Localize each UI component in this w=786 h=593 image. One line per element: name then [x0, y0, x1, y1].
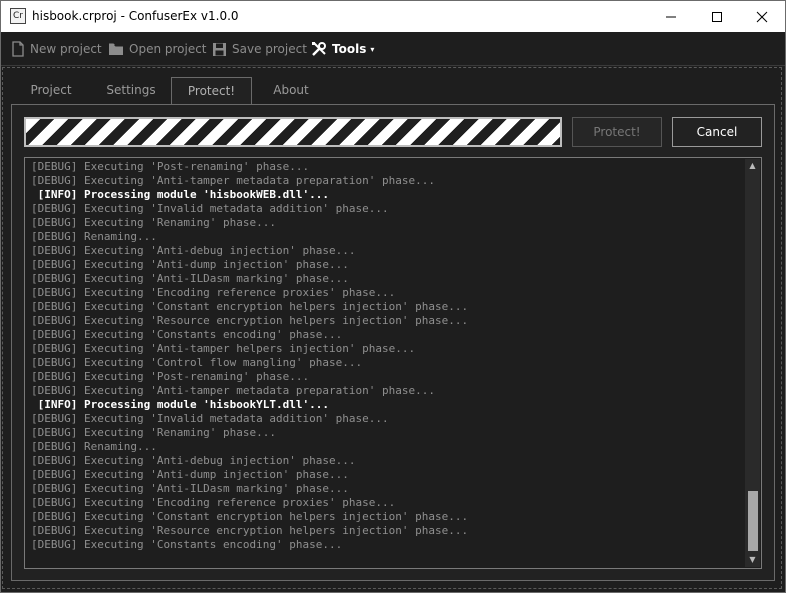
vertical-scrollbar[interactable]: ▲ ▼	[745, 159, 760, 567]
log-line-info: [INFO] Processing module 'hisbookYLT.dll…	[31, 398, 330, 411]
window-title: hisbook.crproj - ConfuserEx v1.0.0	[32, 9, 239, 23]
tools-menu-button[interactable]: Tools ▾	[311, 39, 374, 59]
log-line-debug: [DEBUG] Executing 'Control flow mangling…	[31, 356, 363, 369]
log-line-debug: [DEBUG] Executing 'Anti-ILDasm marking' …	[31, 482, 349, 495]
log-line-debug: [DEBUG] Executing 'Constants encoding' p…	[31, 328, 343, 341]
cancel-button[interactable]: Cancel	[672, 117, 762, 147]
save-project-label: Save project	[232, 42, 307, 56]
minimize-icon	[666, 16, 676, 18]
log-line-debug: [DEBUG] Executing 'Encoding reference pr…	[31, 286, 396, 299]
log-line-debug: [DEBUG] Renaming...	[31, 230, 157, 243]
progress-bar	[24, 117, 562, 147]
folder-icon	[109, 43, 123, 55]
log-line-debug: [DEBUG] Executing 'Anti-debug injection'…	[31, 454, 356, 467]
open-project-label: Open project	[129, 42, 207, 56]
save-project-button[interactable]: Save project	[212, 39, 307, 59]
log-line-debug: [DEBUG] Executing 'Constants encoding' p…	[31, 538, 343, 551]
log-line-debug: [DEBUG] Executing 'Anti-debug injection'…	[31, 244, 356, 257]
log-lines: [DEBUG] Executing 'Post-renaming' phase.…	[31, 160, 745, 552]
log-line-debug: [DEBUG] Executing 'Anti-dump injection' …	[31, 258, 349, 271]
minimize-button[interactable]	[648, 1, 694, 32]
title-bar[interactable]: Cr hisbook.crproj - ConfuserEx v1.0.0	[1, 1, 785, 32]
log-line-debug: [DEBUG] Renaming...	[31, 440, 157, 453]
log-line-debug: [DEBUG] Executing 'Renaming' phase...	[31, 216, 277, 229]
log-line-debug: [DEBUG] Executing 'Invalid metadata addi…	[31, 202, 389, 215]
log-line-debug: [DEBUG] Executing 'Post-renaming' phase.…	[31, 160, 310, 173]
log-line-debug: [DEBUG] Executing 'Anti-tamper metadata …	[31, 174, 435, 187]
log-line-debug: [DEBUG] Executing 'Resource encryption h…	[31, 314, 469, 327]
maximize-icon	[712, 12, 722, 22]
log-line-debug: [DEBUG] Executing 'Encoding reference pr…	[31, 496, 396, 509]
log-line-debug: [DEBUG] Executing 'Anti-tamper metadata …	[31, 384, 435, 397]
new-project-button[interactable]: New project	[11, 39, 102, 59]
scroll-up-icon[interactable]: ▲	[745, 159, 760, 173]
protect-button[interactable]: Protect!	[572, 117, 662, 147]
new-file-icon	[12, 41, 24, 57]
log-line-debug: [DEBUG] Executing 'Renaming' phase...	[31, 426, 277, 439]
maximize-button[interactable]	[694, 1, 740, 32]
tab-about[interactable]: About	[252, 77, 330, 104]
close-icon	[756, 11, 768, 23]
log-line-debug: [DEBUG] Executing 'Anti-tamper helpers i…	[31, 342, 416, 355]
tools-menu-label: Tools	[332, 42, 367, 56]
tab-project[interactable]: Project	[12, 77, 90, 104]
tab-settings[interactable]: Settings	[90, 77, 172, 104]
log-line-debug: [DEBUG] Executing 'Post-renaming' phase.…	[31, 370, 310, 383]
log-line-debug: [DEBUG] Executing 'Resource encryption h…	[31, 524, 469, 537]
new-project-label: New project	[30, 42, 102, 56]
log-line-info: [INFO] Processing module 'hisbookWEB.dll…	[31, 188, 330, 201]
log-line-debug: [DEBUG] Executing 'Invalid metadata addi…	[31, 412, 389, 425]
log-line-debug: [DEBUG] Executing 'Anti-dump injection' …	[31, 468, 349, 481]
log-line-debug: [DEBUG] Executing 'Constant encryption h…	[31, 300, 469, 313]
close-button[interactable]	[739, 1, 785, 32]
wrench-screwdriver-icon	[312, 42, 326, 56]
floppy-disk-icon	[213, 42, 226, 56]
log-output[interactable]: [DEBUG] Executing 'Post-renaming' phase.…	[24, 157, 762, 569]
tab-protect[interactable]: Protect!	[171, 77, 252, 105]
log-line-debug: [DEBUG] Executing 'Anti-ILDasm marking' …	[31, 272, 349, 285]
open-project-button[interactable]: Open project	[108, 39, 207, 59]
scroll-thumb[interactable]	[748, 491, 758, 551]
toolbar: New project Open project Save project To…	[1, 32, 785, 66]
scroll-down-icon[interactable]: ▼	[745, 553, 760, 567]
chevron-down-icon: ▾	[370, 44, 375, 54]
app-icon: Cr	[10, 8, 26, 24]
log-line-debug: [DEBUG] Executing 'Constant encryption h…	[31, 510, 469, 523]
